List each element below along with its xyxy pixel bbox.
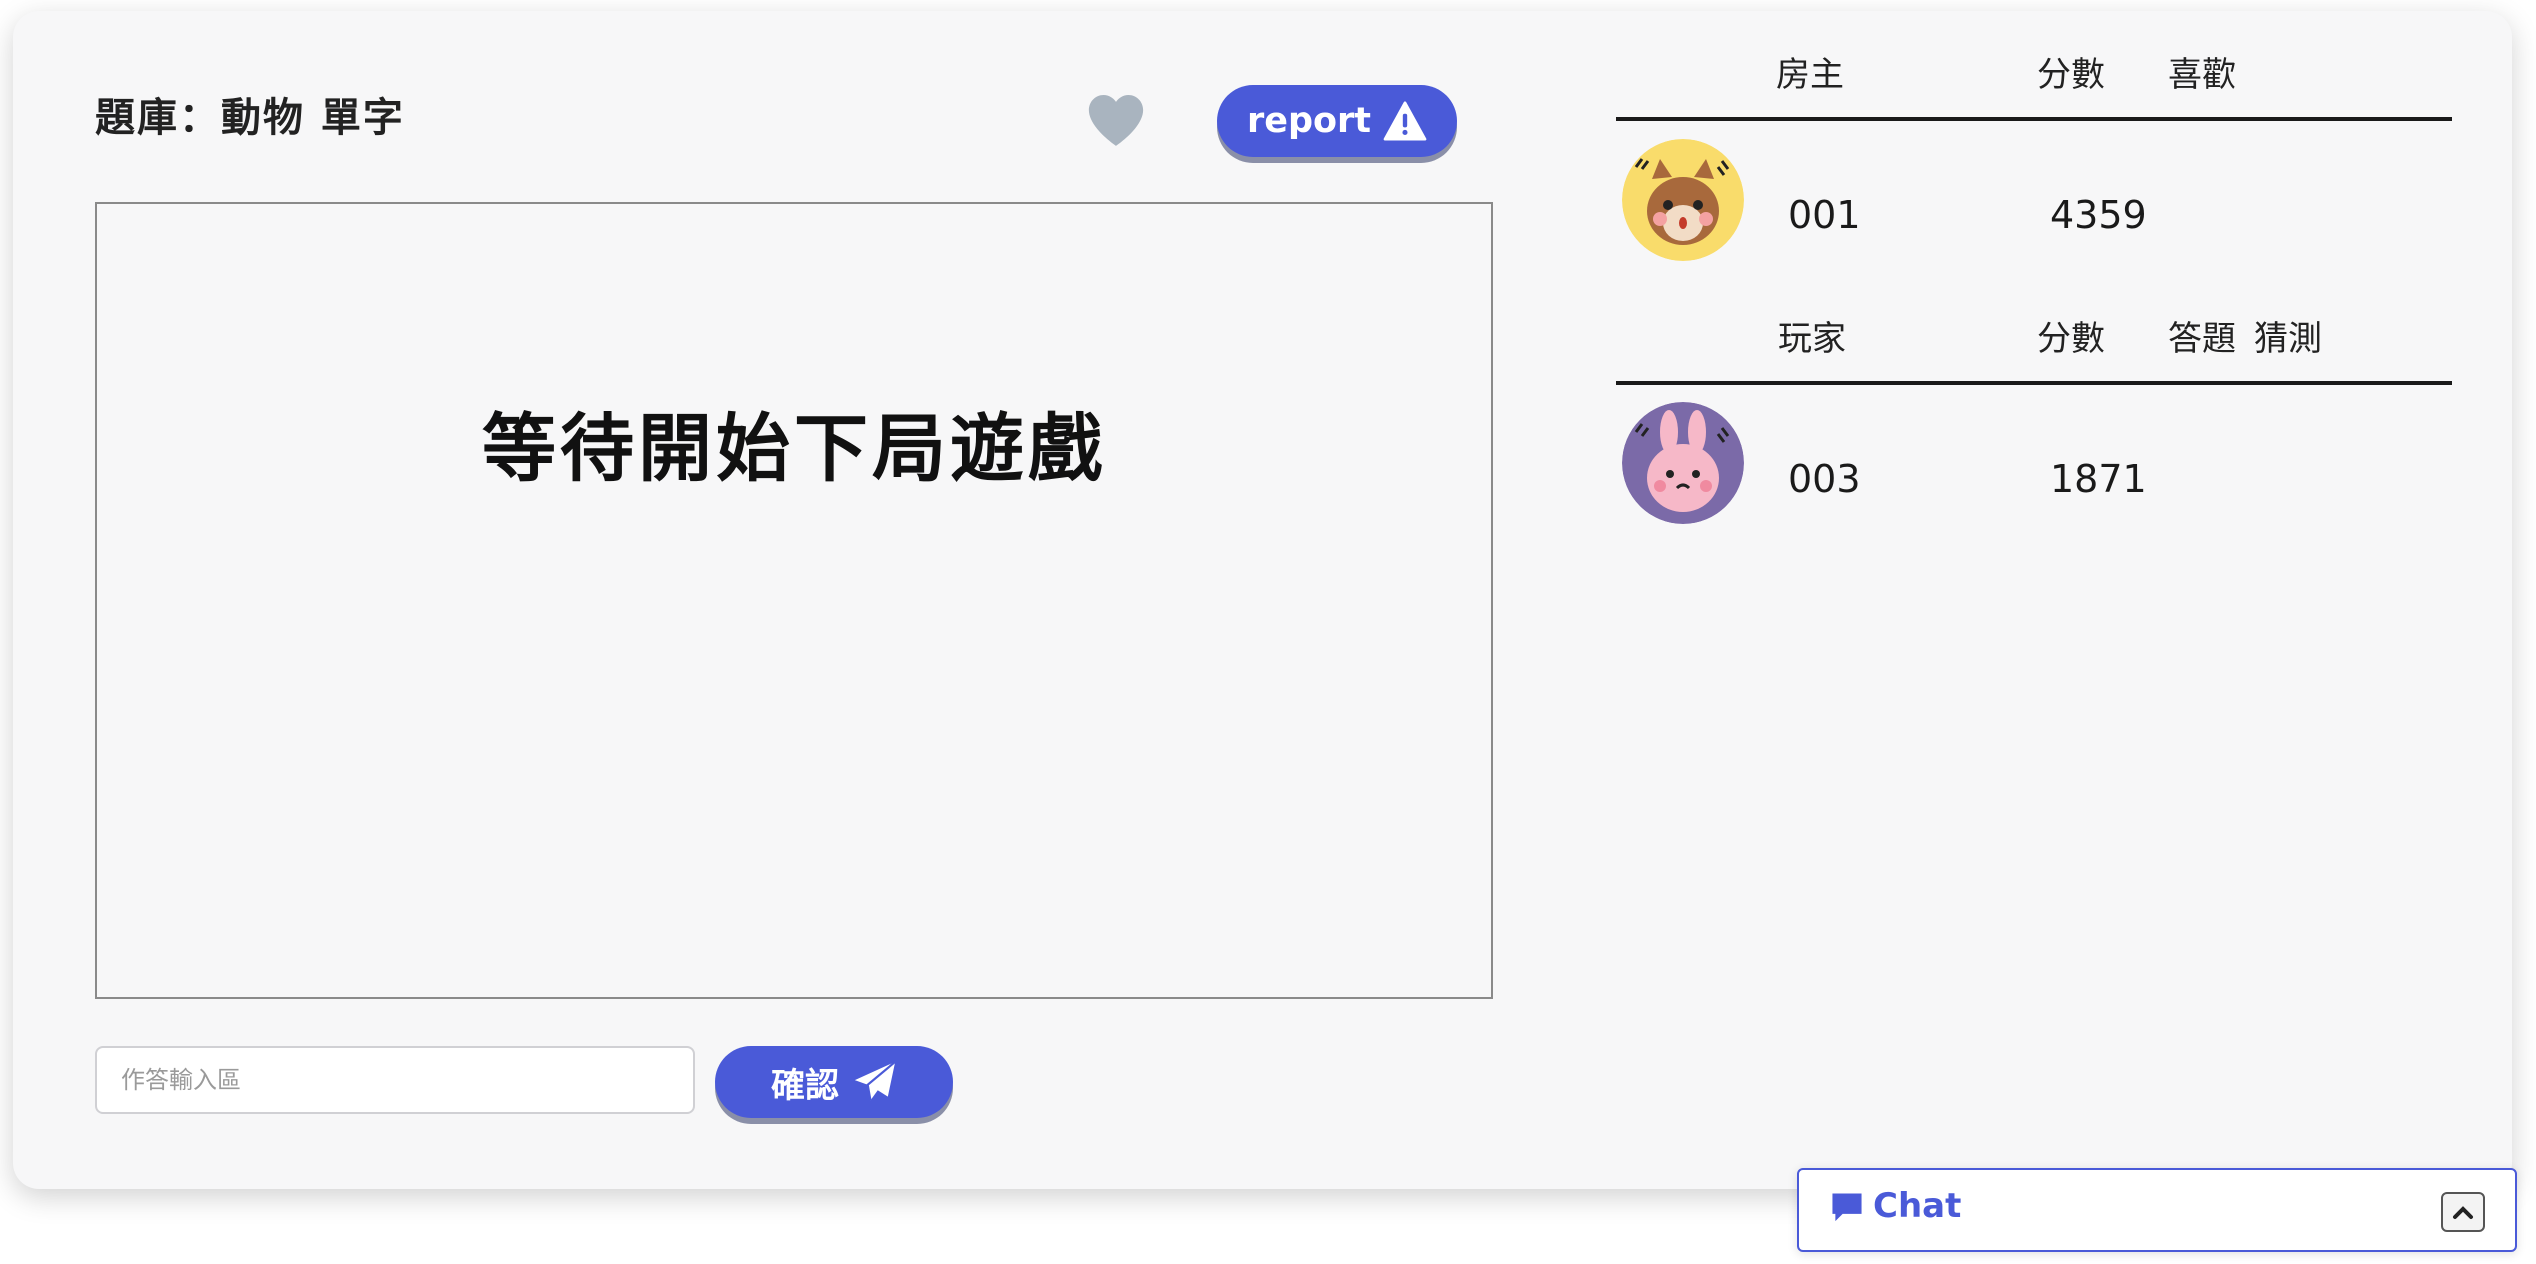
player-name: 003 xyxy=(1788,457,1861,501)
chat-bar[interactable]: Chat xyxy=(1797,1168,2517,1252)
squirrel-avatar xyxy=(1622,139,1744,261)
comment-icon xyxy=(1832,1193,1862,1222)
report-button[interactable]: report xyxy=(1217,85,1457,157)
player-header-answer: 答題 xyxy=(2168,319,2236,359)
host-header-name: 房主 xyxy=(1776,55,1844,95)
chat-label: Chat xyxy=(1873,1186,1962,1226)
report-label: report xyxy=(1246,101,1372,141)
player-header-divider xyxy=(1616,381,2452,385)
player-header-score: 分數 xyxy=(2037,319,2105,359)
player-score: 1871 xyxy=(2050,457,2147,501)
host-header-divider xyxy=(1616,117,2452,121)
answer-input[interactable] xyxy=(95,1046,695,1114)
player-header-guess: 猜測 xyxy=(2254,319,2322,359)
chat-toggle-button[interactable] xyxy=(2441,1192,2485,1232)
confirm-button[interactable]: 確認 xyxy=(715,1046,953,1118)
heart-icon[interactable] xyxy=(1085,91,1147,149)
host-header-like: 喜歡 xyxy=(2168,55,2236,95)
player-header-name: 玩家 xyxy=(1778,319,1846,359)
warning-triangle-icon xyxy=(1383,101,1427,141)
chevron-up-icon xyxy=(2453,1206,2473,1219)
question-bank-title: 題庫：動物 單字 xyxy=(95,95,405,141)
host-name: 001 xyxy=(1788,193,1861,237)
confirm-label: 確認 xyxy=(771,1065,839,1106)
drawing-canvas[interactable]: 等待開始下局遊戲 xyxy=(95,202,1493,999)
game-card: 題庫：動物 單字 report 等待開始下局遊戲 確認 房主 分數 喜歡 xyxy=(13,11,2512,1189)
host-score: 4359 xyxy=(2050,193,2147,237)
waiting-message: 等待開始下局遊戲 xyxy=(482,406,1106,492)
paper-plane-icon xyxy=(854,1060,896,1101)
rabbit-avatar xyxy=(1622,402,1744,524)
host-header-score: 分數 xyxy=(2037,55,2105,95)
